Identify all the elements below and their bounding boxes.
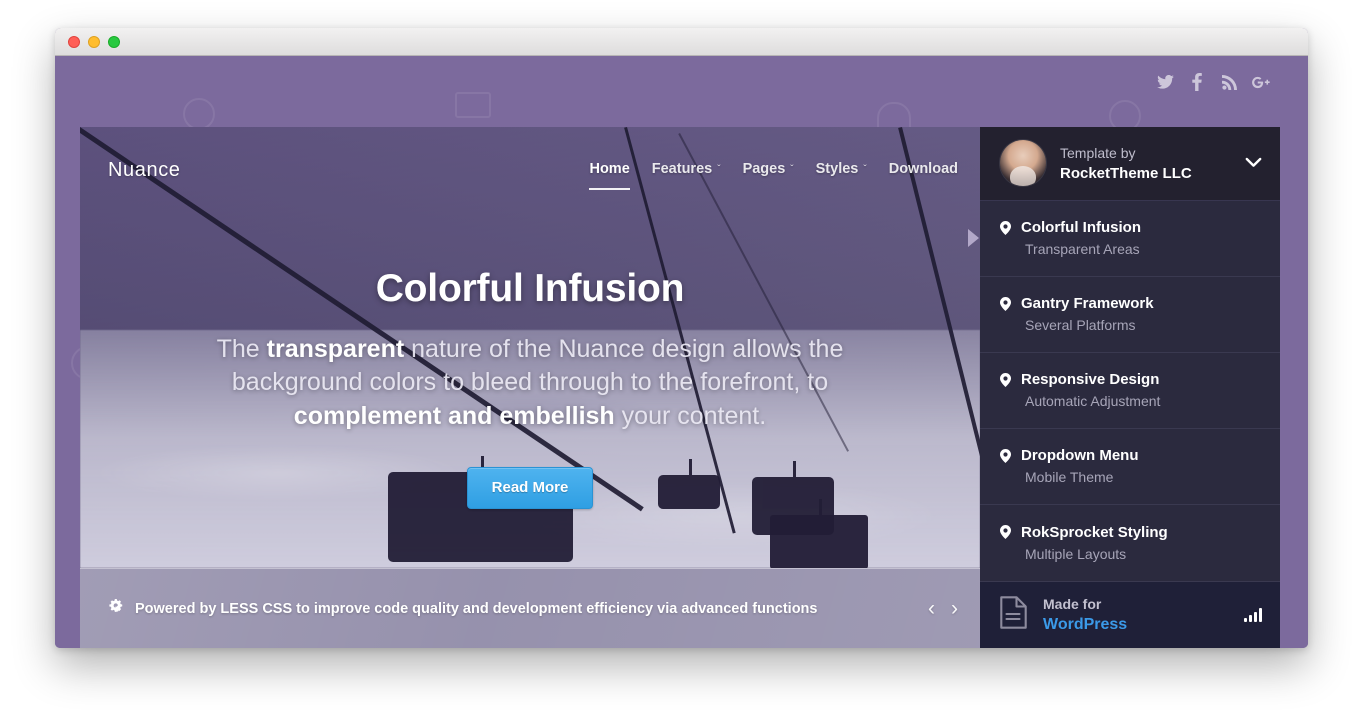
rss-icon[interactable]	[1220, 72, 1238, 92]
nav-item-label: Pages	[742, 160, 786, 177]
googleplus-icon[interactable]	[1252, 72, 1270, 92]
list-item-title-row: Colorful Infusion	[1000, 219, 1260, 236]
list-item[interactable]: Colorful Infusion Transparent Areas	[980, 201, 1280, 277]
avatar	[1000, 140, 1046, 187]
nav-menu: Home Features ˇ Pages ˇ Styles ˇ Downloa…	[589, 160, 958, 190]
social-links	[1156, 72, 1270, 92]
ticker-next-icon[interactable]: ›	[951, 598, 958, 619]
chevron-down-icon: ˇ	[790, 164, 794, 175]
made-for-meta: Made for WordPress	[1043, 596, 1127, 634]
read-more-button[interactable]: Read More	[466, 466, 594, 509]
hero-desc-part1: The	[216, 335, 267, 363]
made-for-label: Made for	[1043, 595, 1102, 612]
chevron-down-icon: ˇ	[717, 164, 721, 175]
nav-item-features[interactable]: Features ˇ	[652, 161, 721, 180]
list-item[interactable]: RokSprocket Styling Multiple Layouts	[980, 505, 1280, 581]
feature-list: Colorful Infusion Transparent Areas Gant…	[980, 201, 1280, 581]
sidebar: Template by RocketTheme LLC Colorful Inf…	[980, 127, 1280, 648]
author-meta: Template by RocketTheme LLC	[1060, 145, 1192, 182]
list-item-title-row: RokSprocket Styling	[1000, 524, 1260, 541]
chevron-down-icon: ˇ	[863, 164, 867, 175]
facebook-icon[interactable]	[1188, 72, 1206, 92]
hero-desc-part3: your content.	[614, 401, 767, 430]
list-item-subtitle: Multiple Layouts	[1025, 545, 1127, 562]
hero-column: Nuance Home Features ˇ Pages ˇ Styles ˇ …	[80, 127, 980, 648]
hero-description: The transparent nature of the Nuance des…	[180, 333, 880, 433]
map-pin-icon	[1000, 296, 1011, 311]
list-item-title: Colorful Infusion	[1021, 219, 1141, 237]
nav-item-home[interactable]: Home	[589, 160, 631, 190]
nav-item-pages[interactable]: Pages ˇ	[743, 161, 794, 180]
hero-text-block: Colorful Infusion The transparent nature…	[80, 267, 980, 509]
minimize-window-button[interactable]	[88, 35, 100, 48]
close-window-button[interactable]	[68, 35, 80, 48]
list-item-subtitle: Transparent Areas	[1025, 241, 1140, 258]
main-content: Nuance Home Features ˇ Pages ˇ Styles ˇ …	[80, 127, 1280, 648]
list-item-title: Responsive Design	[1021, 371, 1160, 389]
map-pin-icon	[1000, 525, 1011, 540]
nav-item-label: Styles	[815, 160, 859, 177]
ticker-bar: Powered by LESS CSS to improve code qual…	[80, 568, 980, 648]
window-titlebar	[55, 28, 1308, 56]
template-author-card[interactable]: Template by RocketTheme LLC	[980, 127, 1280, 201]
twitter-icon[interactable]	[1156, 72, 1174, 92]
nav-item-styles[interactable]: Styles ˇ	[816, 161, 867, 180]
map-pin-icon	[1000, 220, 1011, 235]
nav-item-label: Home	[589, 160, 630, 177]
cogs-icon	[108, 599, 125, 618]
list-item[interactable]: Gantry Framework Several Platforms	[980, 277, 1280, 353]
list-item-title-row: Dropdown Menu	[1000, 447, 1260, 464]
clock-watermark-icon	[183, 98, 215, 130]
signal-bars-icon	[1244, 607, 1262, 622]
hero-overlay: Nuance Home Features ˇ Pages ˇ Styles ˇ …	[80, 127, 980, 568]
list-item-title: RokSprocket Styling	[1021, 523, 1168, 541]
list-item-title-row: Responsive Design	[1000, 371, 1260, 388]
screen-watermark-icon	[455, 92, 491, 118]
ticker-text: Powered by LESS CSS to improve code qual…	[135, 600, 818, 617]
ticker-controls: ‹ ›	[928, 598, 958, 619]
made-for-card[interactable]: Made for WordPress	[980, 580, 1280, 648]
nav-item-label: Download	[888, 160, 958, 177]
author-label: Template by	[1060, 144, 1136, 161]
document-icon	[1000, 596, 1027, 634]
maximize-window-button[interactable]	[108, 35, 120, 48]
list-item-title: Gantry Framework	[1021, 295, 1154, 313]
made-for-platform[interactable]: WordPress	[1043, 616, 1127, 634]
list-item[interactable]: Dropdown Menu Mobile Theme	[980, 429, 1280, 505]
nav-item-label: Features	[651, 160, 713, 177]
list-item-title: Dropdown Menu	[1021, 447, 1139, 465]
page-body: Nuance Home Features ˇ Pages ˇ Styles ˇ …	[55, 56, 1308, 648]
hero-desc-strong2: complement and embellish	[293, 401, 615, 430]
map-pin-icon	[1000, 372, 1011, 387]
list-item[interactable]: Responsive Design Automatic Adjustment	[980, 353, 1280, 429]
traffic-lights	[68, 35, 120, 48]
chevron-down-icon[interactable]	[1245, 156, 1262, 171]
ticker-prev-icon[interactable]: ‹	[928, 598, 935, 619]
site-logo[interactable]: Nuance	[108, 159, 181, 182]
ticker-message: Powered by LESS CSS to improve code qual…	[108, 599, 817, 618]
hero-title: Colorful Infusion	[375, 267, 685, 310]
list-item-subtitle: Mobile Theme	[1025, 469, 1114, 486]
nav-item-download[interactable]: Download	[889, 161, 958, 180]
hero-desc-strong1: transparent	[266, 335, 405, 363]
list-item-subtitle: Automatic Adjustment	[1025, 393, 1161, 410]
map-pin-icon	[1000, 448, 1011, 463]
browser-window: Nuance Home Features ˇ Pages ˇ Styles ˇ …	[55, 28, 1308, 648]
author-name: RocketTheme LLC	[1060, 164, 1192, 182]
site-navigation: Nuance Home Features ˇ Pages ˇ Styles ˇ …	[80, 127, 980, 213]
list-item-title-row: Gantry Framework	[1000, 295, 1260, 312]
hero-banner: Nuance Home Features ˇ Pages ˇ Styles ˇ …	[80, 127, 980, 568]
list-item-subtitle: Several Platforms	[1025, 317, 1136, 334]
